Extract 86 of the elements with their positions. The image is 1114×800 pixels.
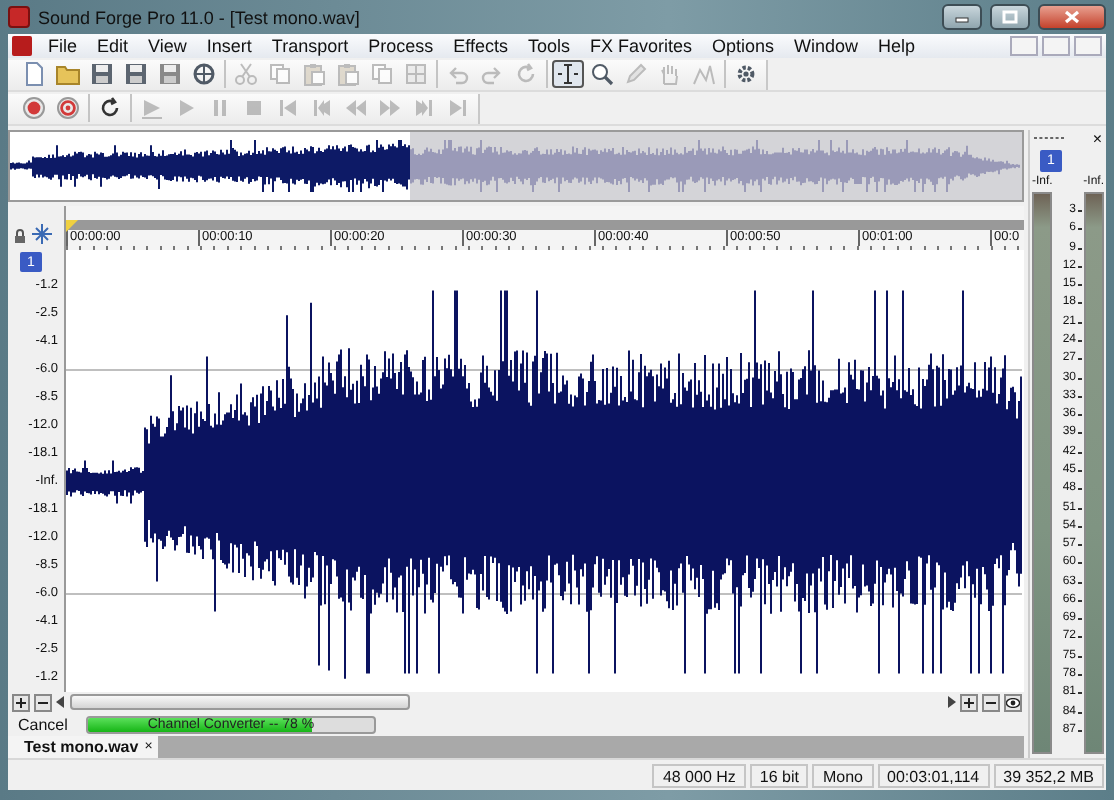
arm-button[interactable] <box>52 94 84 122</box>
snap-icon[interactable] <box>32 224 52 244</box>
stop-icon <box>242 96 266 120</box>
print-button[interactable] <box>188 60 220 88</box>
skip-back-icon <box>310 96 334 120</box>
menu-item[interactable]: Help <box>868 36 926 56</box>
zoom-out-button[interactable] <box>34 693 52 712</box>
fast-forward-icon <box>378 96 402 120</box>
pages-icon <box>370 62 394 86</box>
skip-forward-icon <box>446 96 470 120</box>
window-title: Sound Forge Pro 11.0 - [Test mono.wav] <box>38 7 360 27</box>
circular-arrow-icon <box>98 96 122 120</box>
status-field: Mono <box>812 763 873 787</box>
status-field: 00:03:01,114 <box>877 763 990 787</box>
page-icon <box>22 62 46 86</box>
maximize-button[interactable] <box>990 4 1030 30</box>
plus-icon <box>964 697 974 708</box>
clipboard-icon <box>302 62 326 86</box>
lock-icon[interactable] <box>14 228 26 244</box>
open-button[interactable] <box>52 60 84 88</box>
redo-icon <box>480 62 504 86</box>
magnify-tool-button[interactable] <box>586 60 618 88</box>
peak-line-icon <box>692 62 716 86</box>
menu-item[interactable]: Tools <box>517 36 580 56</box>
scroll-right-icon[interactable] <box>946 696 956 709</box>
pause-icon <box>208 96 232 120</box>
play-icon <box>140 96 164 120</box>
pencil-icon <box>624 62 648 86</box>
undo-icon <box>446 62 470 86</box>
close-icon <box>1064 10 1080 24</box>
app-icon <box>8 6 30 28</box>
status-field: 48 000 Hz <box>652 763 746 787</box>
folder-icon <box>56 62 80 86</box>
plus-icon <box>16 697 26 708</box>
zoom-level-button[interactable] <box>1004 693 1022 712</box>
minus-icon <box>986 697 996 708</box>
scrollbar-thumb[interactable] <box>70 694 410 711</box>
zoom-icon <box>590 62 614 86</box>
grid-icon <box>404 62 428 86</box>
maximize-icon <box>1002 10 1018 24</box>
hand-icon <box>658 62 682 86</box>
menu-item[interactable]: Insert <box>196 36 262 56</box>
close-button[interactable] <box>1038 4 1106 30</box>
save-button[interactable] <box>86 60 118 88</box>
menu-item[interactable]: Effects <box>443 36 518 56</box>
menu-item[interactable]: Window <box>784 36 869 56</box>
meter-close[interactable]: × <box>1092 129 1102 147</box>
rewind-icon <box>344 96 368 120</box>
menu-item[interactable]: File <box>38 36 88 56</box>
save-as-button[interactable] <box>120 60 152 88</box>
tab-label: Test mono.wav <box>24 738 139 757</box>
cursor-icon <box>556 62 580 86</box>
menu-item[interactable]: Options <box>702 36 785 56</box>
menu-item[interactable]: FX Favorites <box>579 36 702 56</box>
status-field: 16 bit <box>749 763 809 787</box>
minimize-button[interactable] <box>942 4 982 30</box>
waveform[interactable] <box>64 250 1024 692</box>
cancel-link[interactable]: Cancel <box>8 716 86 734</box>
pages-icon <box>268 62 292 86</box>
overview-waveform[interactable] <box>8 130 1024 202</box>
scissors-icon <box>234 62 258 86</box>
zoom-out-button[interactable] <box>982 693 1000 712</box>
zoom-in-button[interactable] <box>960 693 978 712</box>
skip-back-icon <box>276 96 300 120</box>
menu-item[interactable]: Transport <box>261 36 359 56</box>
wheel-icon <box>192 62 216 86</box>
status-field: 39 352,2 MB <box>993 763 1104 787</box>
marker-icon <box>66 220 78 232</box>
minus-icon <box>38 697 48 708</box>
eye-icon <box>1006 697 1020 708</box>
menu-item[interactable]: Process <box>358 36 444 56</box>
skip-forward-icon <box>412 96 436 120</box>
clipboard-icon <box>336 62 360 86</box>
record-icon <box>22 96 46 120</box>
minimize-icon <box>954 11 970 23</box>
edit-tool-button[interactable] <box>552 60 584 88</box>
record-button[interactable] <box>18 94 50 122</box>
menu-item[interactable]: View <box>138 36 197 56</box>
play-icon <box>174 96 198 120</box>
menu-item[interactable]: Edit <box>87 36 139 56</box>
circular-arrow-icon <box>514 62 538 86</box>
ring-icon <box>56 96 80 120</box>
zoom-in-button[interactable] <box>12 693 30 712</box>
scroll-left-icon[interactable] <box>56 696 66 709</box>
render-button[interactable] <box>154 60 186 88</box>
gear-icon <box>734 62 758 86</box>
